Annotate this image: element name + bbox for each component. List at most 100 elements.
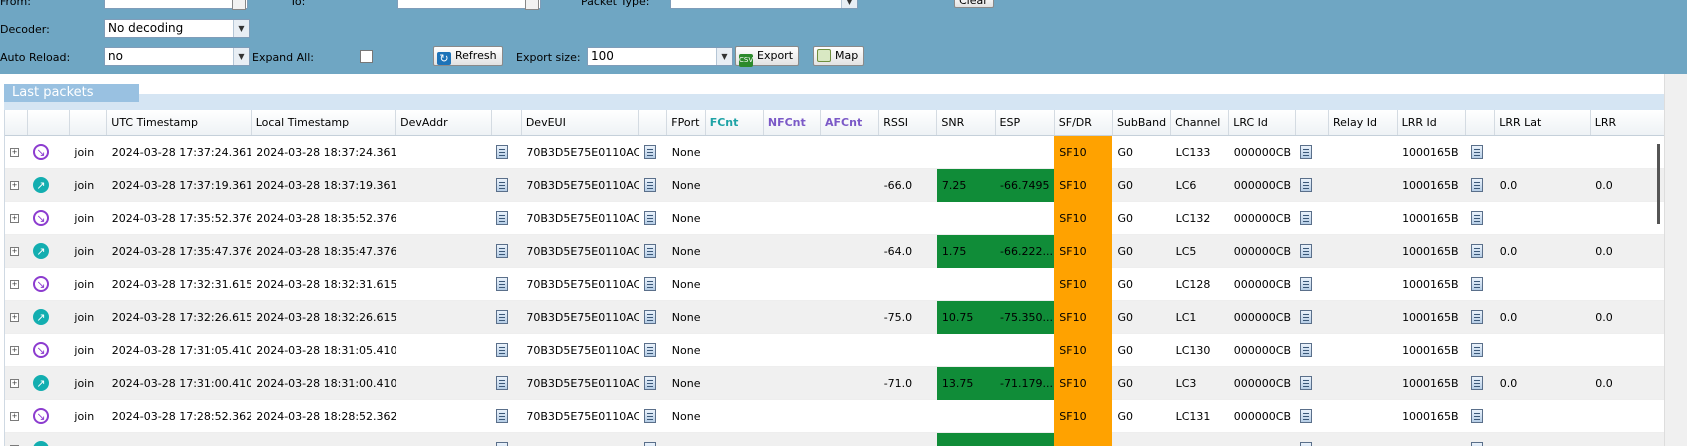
lrr-info-cell[interactable] (1465, 135, 1495, 169)
lrc-info-cell[interactable] (1295, 135, 1329, 169)
expand-plus-icon[interactable]: + (10, 412, 19, 421)
deveui-info-cell[interactable] (638, 168, 667, 202)
document-icon[interactable] (496, 277, 509, 291)
expand-plus-icon[interactable]: + (10, 181, 19, 190)
column-header-sfdr-col[interactable]: SF/DR (1054, 110, 1113, 136)
calendar-icon[interactable] (232, 0, 246, 10)
lrr-info-cell[interactable] (1465, 168, 1495, 202)
document-icon[interactable] (1300, 211, 1313, 225)
lrc-info-cell[interactable] (1295, 300, 1329, 334)
column-header-fcnt-col[interactable]: FCnt (705, 110, 764, 136)
column-header-lrr-info-col[interactable] (1465, 110, 1496, 136)
document-icon[interactable] (1300, 145, 1313, 159)
document-icon[interactable] (1300, 442, 1313, 446)
document-icon[interactable] (1470, 442, 1483, 446)
page-scrollbar[interactable] (1664, 74, 1687, 446)
expand-cell[interactable]: + (5, 333, 28, 367)
table-row[interactable]: + ↗ join 2024-03-28 17:31:00.410 2024-03-28 … (5, 366, 1665, 400)
table-row[interactable]: + ↗ join 2024-03-28 17:32:26.615 2024-03-28 … (5, 300, 1665, 334)
devaddr-info-cell[interactable] (491, 234, 522, 268)
decoder-select[interactable]: No decoding ▼ (104, 19, 250, 38)
expand-plus-icon[interactable]: + (10, 280, 19, 289)
document-icon[interactable] (643, 442, 656, 446)
calendar-icon[interactable] (525, 0, 539, 10)
document-icon[interactable] (1470, 376, 1483, 390)
document-icon[interactable] (643, 409, 656, 423)
table-row[interactable]: + ↘ join 2024-03-28 17:35:52.376 2024-03-28 … (5, 201, 1665, 235)
expand-plus-icon[interactable]: + (10, 346, 19, 355)
devaddr-info-cell[interactable] (491, 333, 522, 367)
column-header-expand-col[interactable] (5, 110, 29, 136)
deveui-info-cell[interactable] (638, 234, 667, 268)
document-icon[interactable] (1300, 409, 1313, 423)
document-icon[interactable] (496, 343, 509, 357)
deveui-info-cell[interactable] (638, 267, 667, 301)
deveui-info-cell[interactable] (638, 201, 667, 235)
lrr-info-cell[interactable] (1465, 300, 1495, 334)
devaddr-info-cell[interactable] (491, 267, 522, 301)
document-icon[interactable] (643, 145, 656, 159)
document-icon[interactable] (496, 442, 509, 446)
devaddr-info-cell[interactable] (491, 300, 522, 334)
column-header-lrr-id-col[interactable]: LRR Id (1397, 110, 1467, 136)
column-header-devaddr-info-col[interactable] (491, 110, 522, 136)
table-row[interactable]: + ↗ join 2024-03-28 17:37:19.361 2024-03-28 … (5, 168, 1665, 202)
column-header-lrc-info-col[interactable] (1295, 110, 1330, 136)
column-header-nfcnt-col[interactable]: NFCnt (763, 110, 822, 136)
lrc-info-cell[interactable] (1295, 267, 1329, 301)
document-icon[interactable] (643, 211, 656, 225)
deveui-info-cell[interactable] (638, 300, 667, 334)
column-header-relay-id-col[interactable]: Relay Id (1328, 110, 1398, 136)
expand-plus-icon[interactable]: + (10, 148, 19, 157)
expand-cell[interactable]: + (5, 135, 28, 169)
document-icon[interactable] (496, 244, 509, 258)
document-icon[interactable] (643, 376, 656, 390)
column-header-local-timestamp-col[interactable]: Local Timestamp (251, 110, 397, 136)
deveui-info-cell[interactable] (638, 432, 667, 446)
column-header-snr-col[interactable]: SNR (936, 110, 996, 136)
column-header-esp-col[interactable]: ESP (995, 110, 1055, 136)
deveui-info-cell[interactable] (638, 135, 667, 169)
column-header-channel-col[interactable]: Channel (1170, 110, 1230, 136)
column-header-rssi-col[interactable]: RSSI (878, 110, 938, 136)
document-icon[interactable] (1300, 343, 1313, 357)
column-header-deveui-info-col[interactable] (638, 110, 668, 136)
column-header-fport-col[interactable]: FPort (666, 110, 706, 136)
deveui-info-cell[interactable] (638, 399, 667, 433)
to-date-input[interactable] (397, 0, 541, 10)
expand-cell[interactable]: + (5, 267, 28, 301)
column-header-subband-col[interactable]: SubBand (1112, 110, 1172, 136)
column-header-lrc-id-col[interactable]: LRC Id (1228, 110, 1296, 136)
lrr-info-cell[interactable] (1465, 333, 1495, 367)
table-row[interactable]: + ↘ join 2024-03-28 17:31:05.410 2024-03-28 … (5, 333, 1665, 367)
document-icon[interactable] (1470, 310, 1483, 324)
expand-plus-icon[interactable]: + (10, 313, 19, 322)
packet-type-select[interactable]: ▼ (670, 0, 858, 9)
document-icon[interactable] (1470, 145, 1483, 159)
table-row[interactable]: + ↗ join 2024-03-28 17:35:47.376 2024-03-28 … (5, 234, 1665, 268)
lrc-info-cell[interactable] (1295, 168, 1329, 202)
devaddr-info-cell[interactable] (491, 432, 522, 446)
lrc-info-cell[interactable] (1295, 201, 1329, 235)
table-row[interactable]: + ↘ join 2024-03-28 17:32:31.615 2024-03-28 … (5, 267, 1665, 301)
document-icon[interactable] (1300, 277, 1313, 291)
document-icon[interactable] (1470, 244, 1483, 258)
document-icon[interactable] (643, 343, 656, 357)
document-icon[interactable] (643, 178, 656, 192)
map-button[interactable]: Map (813, 46, 865, 66)
document-icon[interactable] (1470, 178, 1483, 192)
lrc-info-cell[interactable] (1295, 333, 1329, 367)
expand-plus-icon[interactable]: + (10, 214, 19, 223)
from-date-input[interactable] (104, 0, 248, 10)
devaddr-info-cell[interactable] (491, 168, 522, 202)
export-size-select[interactable]: 100 ▼ (587, 47, 733, 66)
row-scroll-indicator[interactable] (1657, 144, 1660, 224)
document-icon[interactable] (1300, 244, 1313, 258)
document-icon[interactable] (496, 409, 509, 423)
column-header-direction-col[interactable] (27, 110, 70, 136)
lrr-info-cell[interactable] (1465, 432, 1495, 446)
expand-cell[interactable]: + (5, 432, 28, 446)
devaddr-info-cell[interactable] (491, 135, 522, 169)
column-header-lrr-col[interactable]: LRR (1590, 110, 1665, 136)
document-icon[interactable] (1470, 211, 1483, 225)
